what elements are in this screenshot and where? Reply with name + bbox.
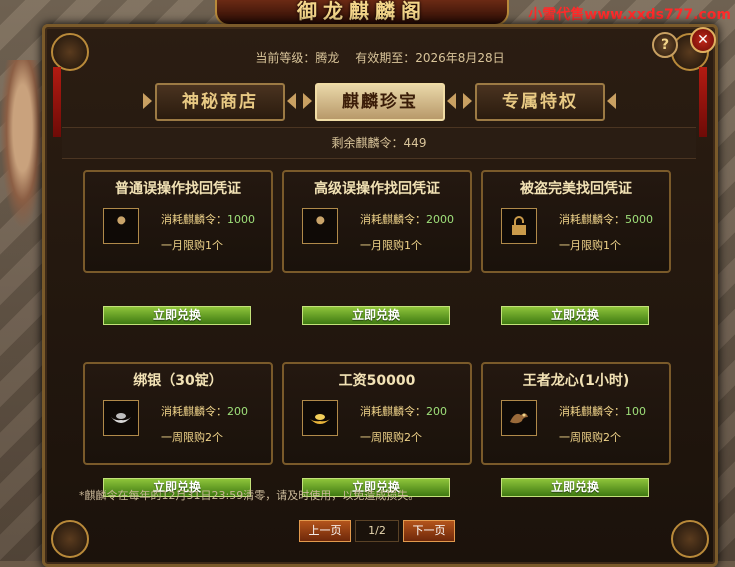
item-card: 工资50000 消耗麒麟令：200 一周限购2个 <box>282 362 472 465</box>
cost-label: 消耗麒麟令： <box>360 213 426 226</box>
item-cost: 消耗麒麟令：2000 <box>360 211 454 227</box>
prev-page-button[interactable]: 上一页 <box>299 520 351 542</box>
tab-bar: 神秘商店 麒麟珍宝 专属特权 <box>143 83 616 121</box>
level-info: 当前等级：腾龙 <box>255 51 339 65</box>
tab-arrow-icon <box>143 93 152 109</box>
item-cost: 消耗麒麟令：200 <box>360 403 447 419</box>
page-indicator: 1/2 <box>355 520 399 542</box>
expiry-info: 有效期至：2026年8月28日 <box>355 51 504 65</box>
tab-arrow-icon <box>447 93 456 109</box>
item-name: 被盗完美找回凭证 <box>520 181 632 197</box>
background-character <box>0 60 45 230</box>
cost-value: 2000 <box>426 213 454 226</box>
item-cost: 消耗麒麟令：1000 <box>161 211 255 227</box>
cost-label: 消耗麒麟令： <box>161 405 227 418</box>
item-card: 高级误操作找回凭证 消耗麒麟令：2000 一月限购1个 <box>282 170 472 273</box>
level-label: 当前等级： <box>255 51 316 65</box>
silver-ingot-icon <box>103 400 139 436</box>
remaining-value: 449 <box>403 136 427 150</box>
redeem-button[interactable]: 立即兑换 <box>302 306 450 325</box>
window-title: 御龙麒麟阁 <box>215 0 509 26</box>
purchase-limit: 一月限购1个 <box>559 239 621 252</box>
membership-info: 当前等级：腾龙 有效期至：2026年8月28日 <box>45 49 715 66</box>
remaining-tokens: 剩余麒麟令：449 <box>62 127 696 159</box>
item-cost: 消耗麒麟令：5000 <box>559 211 653 227</box>
purchase-limit: 一月限购1个 <box>360 239 422 252</box>
tab-kirin-treasure[interactable]: 麒麟珍宝 <box>315 83 445 121</box>
redeem-button[interactable]: 立即兑换 <box>501 306 649 325</box>
wrench-icon <box>103 208 139 244</box>
next-page-button[interactable]: 下一页 <box>403 520 455 542</box>
corner-ornament <box>671 520 709 558</box>
lock-icon <box>501 208 537 244</box>
tab-mystery-shop[interactable]: 神秘商店 <box>155 83 285 121</box>
item-card: 被盗完美找回凭证 消耗麒麟令：5000 一月限购1个 <box>481 170 671 273</box>
item-name: 高级误操作找回凭证 <box>314 181 440 197</box>
gold-ingot-icon <box>302 400 338 436</box>
tab-arrow-icon <box>303 93 312 109</box>
tassel-decoration <box>53 67 61 137</box>
cost-value: 100 <box>625 405 646 418</box>
cost-value: 200 <box>227 405 248 418</box>
redeem-button[interactable]: 立即兑换 <box>501 478 649 497</box>
cost-label: 消耗麒麟令： <box>559 405 625 418</box>
item-cost: 消耗麒麟令：100 <box>559 403 646 419</box>
tab-exclusive-privilege[interactable]: 专属特权 <box>475 83 605 121</box>
redeem-button[interactable]: 立即兑换 <box>103 306 251 325</box>
corner-ornament <box>51 520 89 558</box>
tassel-decoration <box>699 67 707 137</box>
item-name: 普通误操作找回凭证 <box>115 181 241 197</box>
level-value: 腾龙 <box>315 51 340 65</box>
cost-label: 消耗麒麟令： <box>360 405 426 418</box>
tab-arrow-icon <box>287 93 296 109</box>
cost-value: 5000 <box>625 213 653 226</box>
kirin-pavilion-panel: ? ✕ 当前等级：腾龙 有效期至：2026年8月28日 神秘商店 麒麟珍宝 专属… <box>42 24 718 567</box>
remaining-label: 剩余麒麟令： <box>331 136 404 150</box>
item-card: 绑银（30锭） 消耗麒麟令：200 一周限购2个 <box>83 362 273 465</box>
item-card: 普通误操作找回凭证 消耗麒麟令：1000 一月限购1个 <box>83 170 273 273</box>
cost-label: 消耗麒麟令： <box>559 213 625 226</box>
item-name: 工资50000 <box>338 373 416 389</box>
tab-arrow-icon <box>463 93 472 109</box>
reset-notice: *麒麟令在每年的12月31日23:59清零，请及时使用，以免造成损失。 <box>79 489 420 502</box>
cost-value: 1000 <box>227 213 255 226</box>
watermark-text: 小雪代售www.xxds777.com <box>528 7 731 23</box>
expiry-value: 2026年8月28日 <box>415 51 505 65</box>
item-card: 王者龙心(1小时) 消耗麒麟令：100 一周限购2个 <box>481 362 671 465</box>
item-name: 绑银（30锭） <box>133 373 223 389</box>
tab-arrow-icon <box>607 93 616 109</box>
wrench-icon <box>302 208 338 244</box>
expiry-label: 有效期至： <box>355 51 416 65</box>
item-cost: 消耗麒麟令：200 <box>161 403 248 419</box>
purchase-limit: 一周限购2个 <box>360 431 422 444</box>
purchase-limit: 一周限购2个 <box>161 431 223 444</box>
purchase-limit: 一月限购1个 <box>161 239 223 252</box>
item-name: 王者龙心(1小时) <box>522 373 630 389</box>
cost-label: 消耗麒麟令： <box>161 213 227 226</box>
purchase-limit: 一周限购2个 <box>559 431 621 444</box>
dragon-icon <box>501 400 537 436</box>
cost-value: 200 <box>426 405 447 418</box>
